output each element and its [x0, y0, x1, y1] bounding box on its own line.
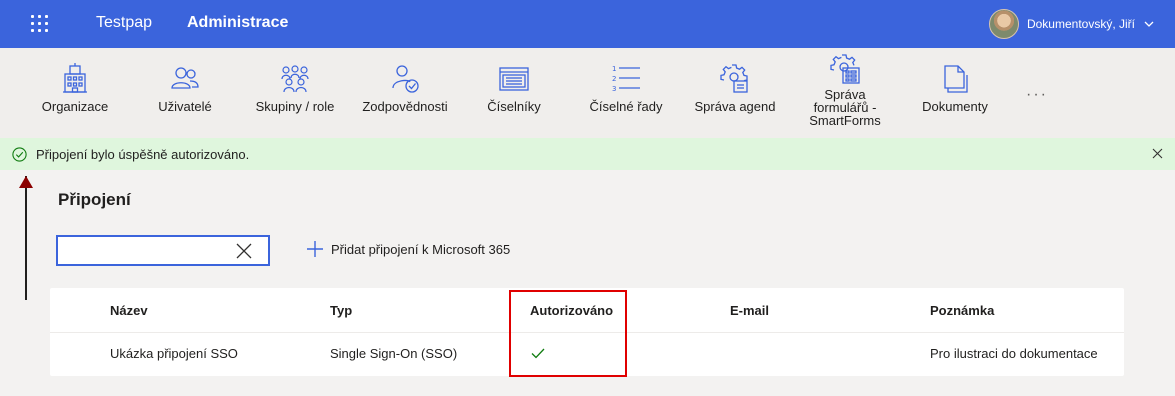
- success-banner: Připojení bylo úspěšně autorizováno.: [0, 138, 1175, 170]
- avatar: [988, 9, 1019, 39]
- page-title: Připojení: [58, 190, 131, 209]
- app-name-link[interactable]: Testpap: [96, 14, 152, 32]
- annotation-arrow-head: [19, 176, 33, 188]
- groups-icon: [281, 65, 309, 93]
- close-icon[interactable]: [1152, 148, 1163, 159]
- users-icon: [171, 67, 199, 89]
- organization-icon: [63, 63, 87, 93]
- add-connection-button[interactable]: Přidat připojení k Microsoft 365: [307, 241, 510, 257]
- ribbon-item-sprava-agend[interactable]: Správa agend: [690, 62, 780, 113]
- ribbon-item-sprava-formularu[interactable]: Správa formulářů - SmartForms: [802, 52, 888, 127]
- cell-name: Ukázka připojení SSO: [110, 346, 238, 361]
- ribbon-label: Skupiny / role: [255, 99, 335, 114]
- documents-icon: [944, 65, 968, 93]
- form-settings-icon: [830, 54, 860, 84]
- plus-icon: [307, 241, 323, 257]
- banner-message: Připojení bylo úspěšně autorizováno.: [36, 147, 250, 162]
- clear-search-icon[interactable]: [236, 243, 252, 259]
- column-header-name[interactable]: Název: [110, 303, 148, 318]
- ribbon-label: Číselné řady: [589, 99, 663, 114]
- column-header-note[interactable]: Poznámka: [930, 303, 994, 318]
- codelist-icon: [499, 67, 529, 91]
- ribbon-label: Dokumenty: [922, 99, 988, 114]
- column-header-email[interactable]: E-mail: [730, 303, 769, 318]
- chevron-down-icon: [1144, 21, 1154, 27]
- cell-note: Pro ilustraci do dokumentace: [930, 346, 1098, 361]
- ribbon-item-ciselniky[interactable]: Číselníky: [478, 62, 550, 113]
- user-name: Dokumentovský, Jiří: [1026, 17, 1135, 31]
- admin-ribbon: Organizace Uživatelé Skupiny / role Zodp…: [0, 48, 1175, 138]
- svg-text:2: 2: [612, 75, 616, 83]
- cell-type: Single Sign-On (SSO): [330, 346, 458, 361]
- numbered-list-icon: 1 2 3: [612, 65, 640, 93]
- more-options-icon[interactable]: ···: [1026, 86, 1048, 104]
- highlight-box: [509, 290, 627, 377]
- svg-text:1: 1: [612, 65, 616, 73]
- ribbon-label: Správa agend: [694, 99, 776, 114]
- ribbon-item-uzivatele[interactable]: Uživatelé: [150, 62, 220, 113]
- ribbon-label: Zodpovědnosti: [362, 99, 448, 114]
- top-bar: Testpap Administrace Dokumentovský, Jiří: [0, 0, 1175, 48]
- ribbon-label: Číselníky: [487, 99, 541, 114]
- ribbon-item-ciselne-rady[interactable]: 1 2 3 Číselné řady: [584, 62, 668, 113]
- column-header-type[interactable]: Typ: [330, 303, 352, 318]
- check-circle-icon: [12, 147, 27, 162]
- ribbon-label: Správa formulářů - SmartForms: [809, 87, 881, 128]
- ribbon-label: Organizace: [41, 99, 109, 114]
- agenda-settings-icon: [720, 64, 748, 93]
- ribbon-item-organizace[interactable]: Organizace: [38, 62, 112, 113]
- section-title: Administrace: [187, 14, 289, 31]
- ribbon-item-dokumenty[interactable]: Dokumenty: [916, 62, 994, 113]
- user-menu[interactable]: Dokumentovský, Jiří: [988, 9, 1155, 39]
- annotation-arrow-line: [25, 176, 27, 300]
- add-connection-label: Přidat připojení k Microsoft 365: [331, 241, 511, 257]
- app-launcher-icon[interactable]: [31, 15, 49, 33]
- ribbon-item-skupiny[interactable]: Skupiny / role: [250, 62, 340, 113]
- ribbon-item-zodpovednosti[interactable]: Zodpovědnosti: [356, 62, 454, 113]
- responsibility-icon: [392, 65, 419, 93]
- svg-text:3: 3: [612, 85, 616, 93]
- ribbon-label: Uživatelé: [158, 99, 212, 114]
